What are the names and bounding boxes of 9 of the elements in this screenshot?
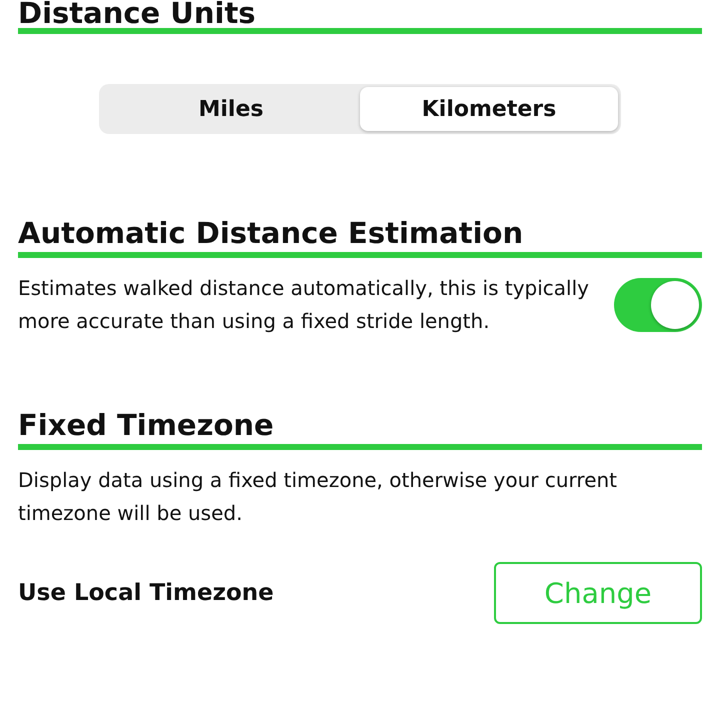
description-text: Estimates walked distance automatically, this is typically more accurate than using a fixed stride length. — [18, 275, 590, 335]
section-title: Automatic Distance Estimation — [18, 216, 524, 250]
section-title: Distance Units — [18, 0, 257, 26]
segment-option[interactable]: Miles — [102, 87, 360, 131]
setting-label: Use Local Timezone — [18, 580, 274, 606]
toggle-switch[interactable] — [614, 278, 702, 332]
segment-option[interactable]: Kilometers — [360, 87, 618, 131]
description-text: Display data using a fixed timezone, otherwise your current timezone will be used. — [18, 467, 618, 527]
section-title: Fixed Timezone — [18, 408, 275, 442]
